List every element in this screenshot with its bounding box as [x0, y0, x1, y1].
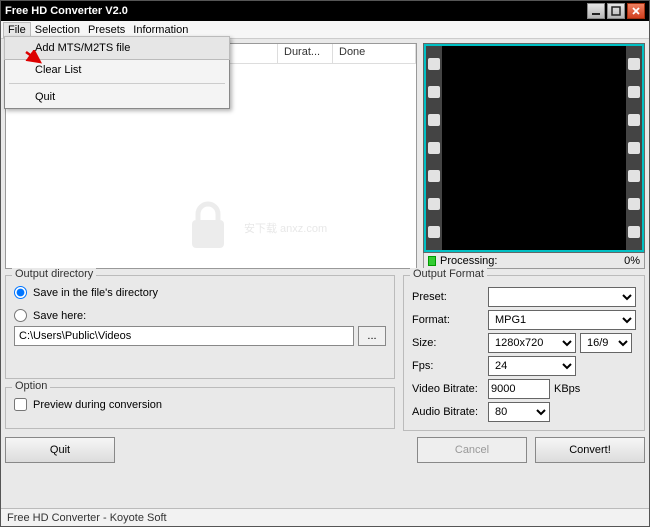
window-title: Free HD Converter V2.0 [5, 5, 585, 17]
preview-box [423, 43, 645, 253]
browse-button[interactable]: ... [358, 326, 386, 346]
output-format-legend: Output Format [410, 268, 487, 280]
audio-bitrate-label: Audio Bitrate: [412, 406, 484, 418]
radio-save-in-file-dir[interactable] [14, 286, 27, 299]
radio-save-here-label: Save here: [33, 310, 86, 322]
minimize-button[interactable] [587, 3, 605, 19]
quit-button[interactable]: Quit [5, 437, 115, 463]
format-label: Format: [412, 314, 484, 326]
format-select[interactable]: MPG1 [488, 310, 636, 330]
menu-selection[interactable]: Selection [31, 23, 84, 37]
column-done[interactable]: Done [333, 44, 416, 63]
file-dropdown-menu: Add MTS/M2TS file Clear List Quit [4, 36, 230, 109]
titlebar: Free HD Converter V2.0 [1, 1, 649, 21]
output-directory-group: Output directory Save in the file's dire… [5, 275, 395, 379]
menu-presets[interactable]: Presets [84, 23, 129, 37]
option-group: Option Preview during conversion [5, 387, 395, 429]
column-duration[interactable]: Durat... [278, 44, 333, 63]
menu-separator [9, 83, 225, 84]
option-legend: Option [12, 380, 50, 392]
size-select[interactable]: 1280x720 [488, 333, 576, 353]
menu-item-add-file[interactable]: Add MTS/M2TS file [4, 36, 230, 60]
output-directory-legend: Output directory [12, 268, 96, 280]
radio-save-here[interactable] [14, 309, 27, 322]
output-path-input[interactable] [14, 326, 354, 346]
progress-label: Processing: [440, 255, 497, 267]
preset-select[interactable] [488, 287, 636, 307]
preset-label: Preset: [412, 291, 484, 303]
progress-row: Processing: 0% [423, 253, 645, 269]
preview-screen [442, 46, 626, 250]
status-text: Free HD Converter - Koyote Soft [7, 512, 167, 524]
progress-bar [428, 256, 436, 266]
menu-information[interactable]: Information [129, 23, 192, 37]
audio-bitrate-select[interactable]: 80 [488, 402, 550, 422]
cancel-button[interactable]: Cancel [417, 437, 527, 463]
size-label: Size: [412, 337, 484, 349]
fps-label: Fps: [412, 360, 484, 372]
fps-select[interactable]: 24 [488, 356, 576, 376]
menu-item-clear-list[interactable]: Clear List [5, 59, 229, 81]
ratio-select[interactable]: 16/9 [580, 333, 632, 353]
menu-item-quit[interactable]: Quit [5, 86, 229, 108]
maximize-button[interactable] [607, 3, 625, 19]
convert-button[interactable]: Convert! [535, 437, 645, 463]
checkbox-preview-label: Preview during conversion [33, 399, 162, 411]
film-sprockets-left [426, 46, 442, 250]
output-format-group: Output Format Preset: Format: MPG1 Size:… [403, 275, 645, 431]
film-sprockets-right [626, 46, 642, 250]
video-bitrate-unit: KBps [554, 383, 580, 395]
video-bitrate-input[interactable] [488, 379, 550, 399]
progress-percent: 0% [624, 255, 640, 267]
close-button[interactable] [627, 3, 645, 19]
radio-save-in-file-dir-label: Save in the file's directory [33, 287, 158, 299]
video-bitrate-label: Video Bitrate: [412, 383, 484, 395]
statusbar: Free HD Converter - Koyote Soft [1, 508, 649, 526]
checkbox-preview[interactable] [14, 398, 27, 411]
